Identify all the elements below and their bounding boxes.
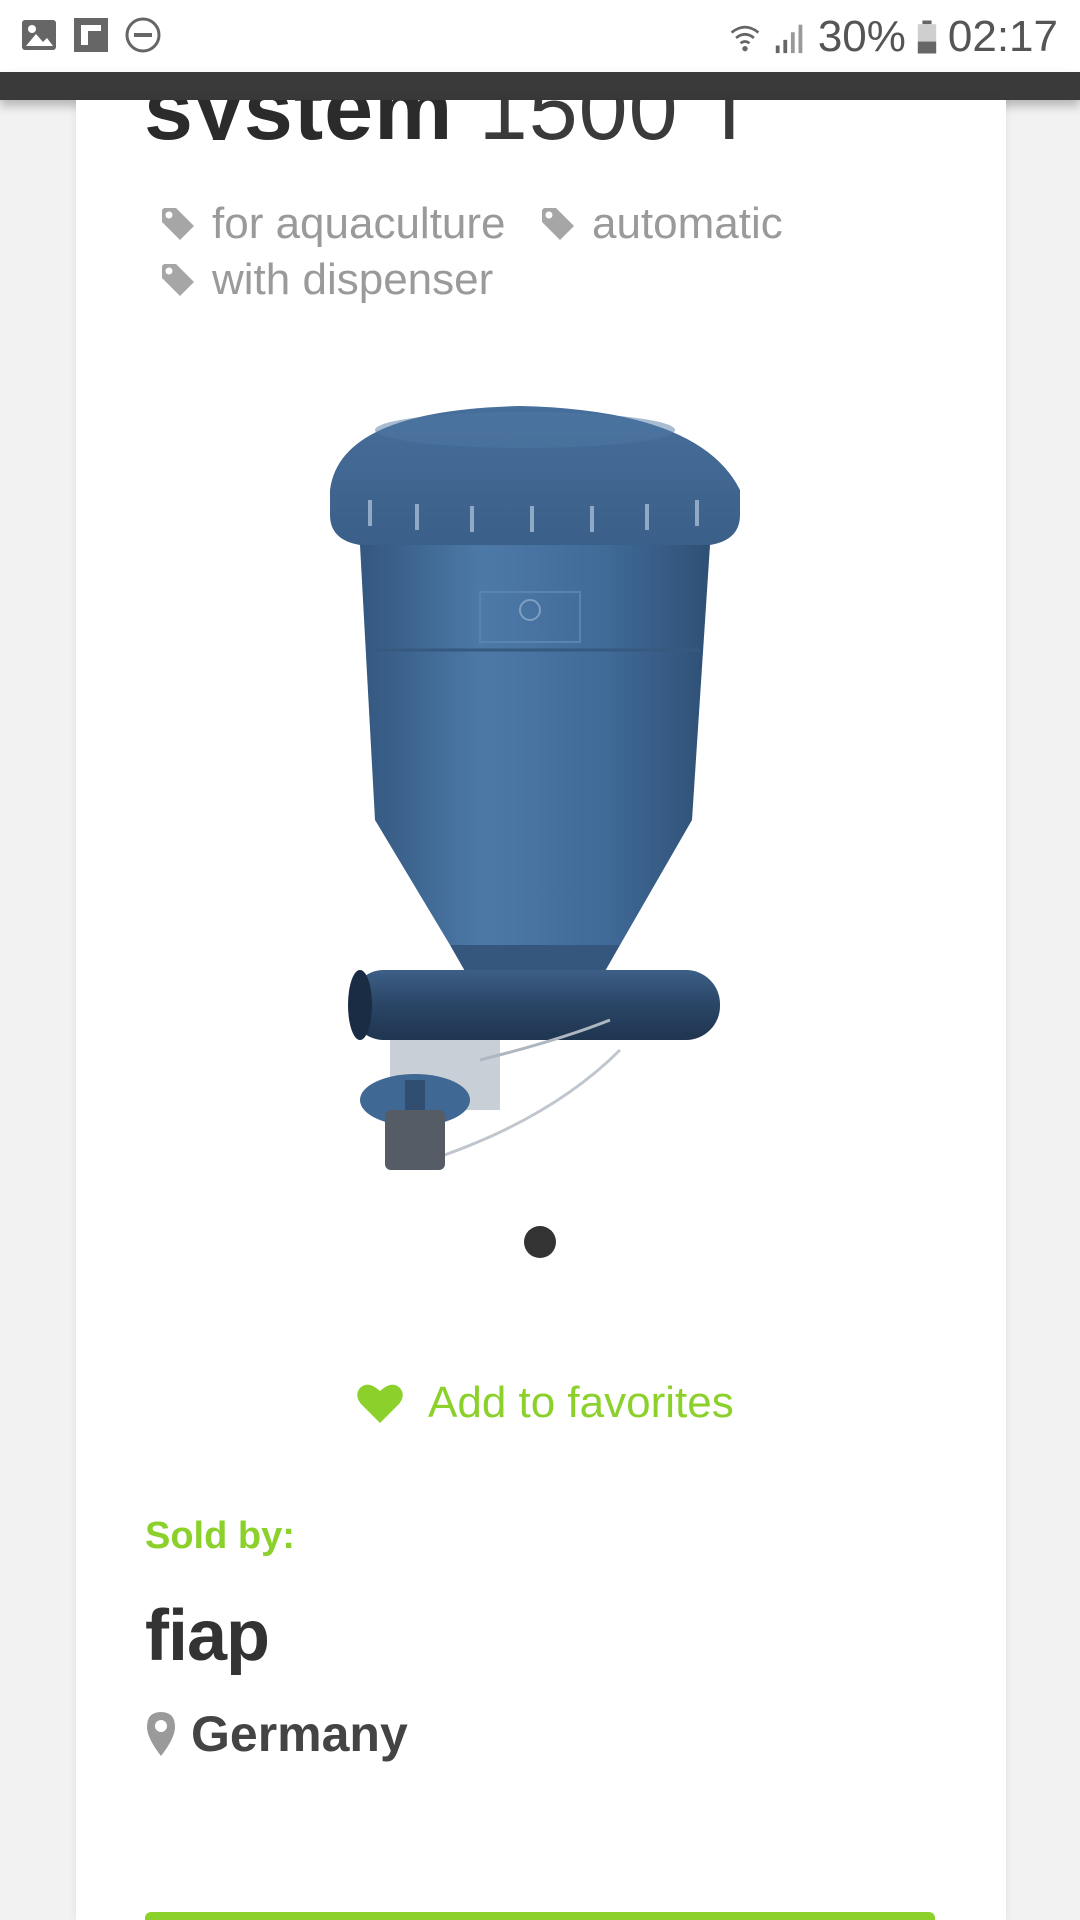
tag-item[interactable]: for aquaculture (158, 196, 506, 252)
heart-icon (357, 1384, 403, 1423)
tag-icon (541, 208, 574, 240)
seller-location: Germany (145, 1705, 408, 1763)
notification-icons (20, 16, 162, 54)
carousel-indicator[interactable] (524, 1226, 556, 1258)
add-to-favorites-button[interactable]: Add to favorites (356, 1378, 734, 1428)
sold-by-label: Sold by: (145, 1515, 295, 1557)
status-bar: 30% 02:17 (0, 0, 1080, 72)
product-image[interactable] (320, 400, 760, 1190)
tag-icon (162, 208, 194, 240)
tag-item[interactable]: with dispenser (158, 252, 493, 308)
location-pin-icon (147, 1712, 175, 1756)
app-toolbar-edge (0, 72, 1080, 100)
product-tags: for aquaculture automatic with dispenser (158, 196, 918, 308)
clock: 02:17 (947, 12, 1058, 61)
tag-label: with dispenser (212, 255, 494, 304)
signal-icon (775, 24, 803, 54)
battery-percent: 30% (817, 12, 906, 61)
product-title: system 1500 T (144, 100, 904, 140)
contact-button-edge[interactable] (145, 1912, 935, 1920)
tag-icon (162, 264, 194, 296)
wifi-icon (730, 25, 760, 52)
gallery-icon (22, 20, 56, 50)
product-title-main: system (144, 100, 453, 140)
do-not-disturb-icon (125, 17, 161, 53)
battery-icon (917, 20, 937, 54)
seller-name[interactable]: fiap (145, 1595, 270, 1677)
seller-country: Germany (191, 1706, 408, 1762)
product-title-model: 1500 T (479, 100, 757, 140)
favorites-label: Add to favorites (428, 1378, 734, 1427)
flipboard-icon (74, 18, 108, 52)
tag-item[interactable]: automatic (538, 196, 783, 252)
status-right: 30% 02:17 (728, 12, 1058, 62)
tag-label: for aquaculture (212, 199, 506, 248)
tag-label: automatic (591, 199, 783, 248)
